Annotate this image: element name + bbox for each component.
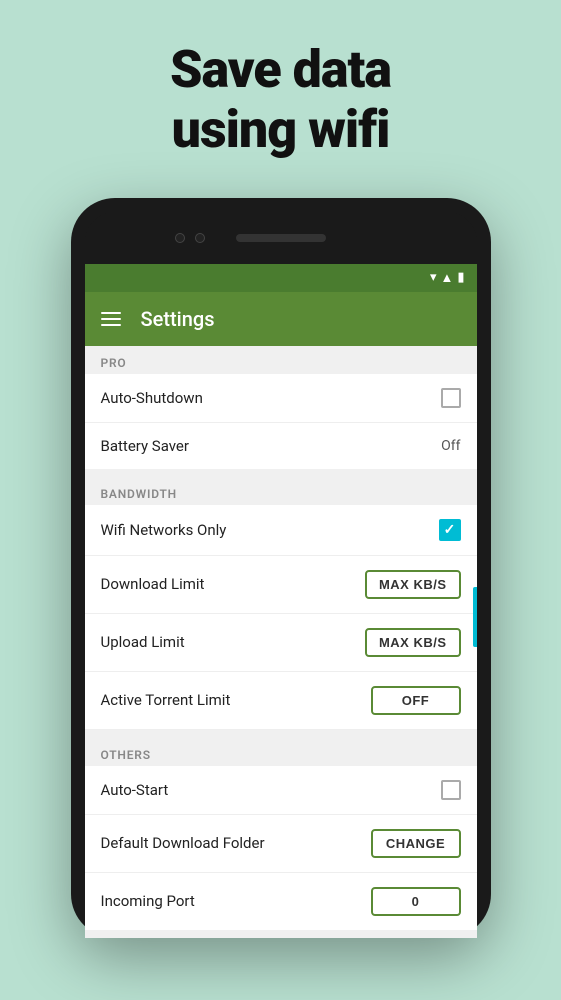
incoming-port-button[interactable]: 0 bbox=[371, 887, 461, 916]
upload-limit-label: Upload Limit bbox=[101, 633, 185, 651]
wifi-networks-only-label: Wifi Networks Only bbox=[101, 521, 227, 539]
row-auto-start[interactable]: Auto-Start bbox=[85, 766, 477, 815]
active-torrent-limit-label: Active Torrent Limit bbox=[101, 691, 231, 709]
row-default-download-folder[interactable]: Default Download Folder CHANGE bbox=[85, 815, 477, 873]
auto-start-checkbox[interactable] bbox=[441, 780, 461, 800]
download-limit-button[interactable]: MAX KB/S bbox=[365, 570, 461, 599]
app-bar-title: Settings bbox=[141, 307, 215, 331]
upload-limit-button[interactable]: MAX KB/S bbox=[365, 628, 461, 657]
speaker bbox=[236, 234, 326, 242]
incoming-port-label: Incoming Port bbox=[101, 892, 195, 910]
active-torrent-limit-button[interactable]: OFF bbox=[371, 686, 461, 715]
row-incoming-port[interactable]: Incoming Port 0 bbox=[85, 873, 477, 930]
phone-wrapper: ▾ ▲ ▮ Settings PRO Auto-Shutdown bbox=[71, 198, 491, 938]
wifi-status-icon: ▾ bbox=[430, 270, 437, 285]
section-header-bandwidth: BANDWIDTH bbox=[85, 477, 477, 505]
camera-dot-left bbox=[175, 233, 185, 243]
signal-icon: ▲ bbox=[440, 270, 453, 286]
row-battery-saver[interactable]: Battery Saver Off bbox=[85, 423, 477, 469]
status-bar: ▾ ▲ ▮ bbox=[85, 264, 477, 292]
default-download-folder-button[interactable]: CHANGE bbox=[371, 829, 461, 858]
row-upload-limit[interactable]: Upload Limit MAX KB/S bbox=[85, 614, 477, 672]
wifi-networks-only-checkbox[interactable] bbox=[439, 519, 461, 541]
section-others: OTHERS Auto-Start Default Download Folde… bbox=[85, 738, 477, 930]
section-pro: PRO Auto-Shutdown Battery Saver Off bbox=[85, 346, 477, 469]
hamburger-menu-icon[interactable] bbox=[101, 312, 121, 326]
section-bandwidth: BANDWIDTH Wifi Networks Only Download Li… bbox=[85, 477, 477, 730]
section-header-others: OTHERS bbox=[85, 738, 477, 766]
section-header-pro: PRO bbox=[85, 346, 477, 374]
auto-shutdown-checkbox[interactable] bbox=[441, 388, 461, 408]
camera-dot-right bbox=[195, 233, 205, 243]
side-scroll-indicator bbox=[473, 587, 477, 647]
screen-content: PRO Auto-Shutdown Battery Saver Off BAND… bbox=[85, 346, 477, 938]
app-bar: Settings bbox=[85, 292, 477, 346]
phone-camera-bar bbox=[85, 212, 477, 264]
auto-shutdown-label: Auto-Shutdown bbox=[101, 389, 203, 407]
auto-start-label: Auto-Start bbox=[101, 781, 169, 799]
download-limit-label: Download Limit bbox=[101, 575, 205, 593]
row-auto-shutdown[interactable]: Auto-Shutdown bbox=[85, 374, 477, 423]
default-download-folder-label: Default Download Folder bbox=[101, 834, 265, 852]
row-wifi-networks-only[interactable]: Wifi Networks Only bbox=[85, 505, 477, 556]
battery-saver-label: Battery Saver bbox=[101, 437, 189, 455]
hero-text: Save data using wifi bbox=[170, 40, 391, 160]
row-active-torrent-limit[interactable]: Active Torrent Limit OFF bbox=[85, 672, 477, 730]
battery-saver-value: Off bbox=[441, 438, 460, 454]
battery-icon: ▮ bbox=[457, 270, 464, 285]
row-download-limit[interactable]: Download Limit MAX KB/S bbox=[85, 556, 477, 614]
